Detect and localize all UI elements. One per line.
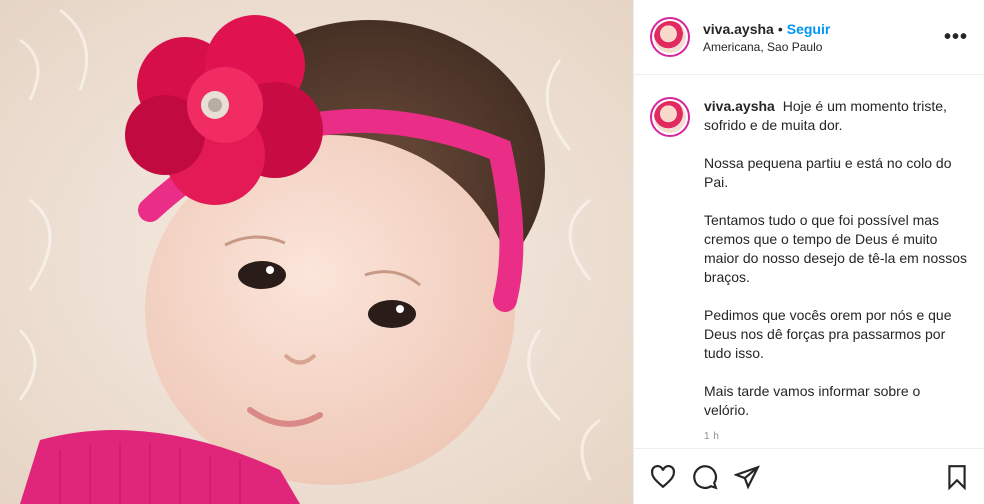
- caption-paragraph: Tentamos tudo o que foi possível mas cre…: [704, 212, 971, 285]
- caption-avatar[interactable]: [650, 97, 690, 137]
- comment-icon[interactable]: [692, 464, 718, 490]
- post-header: viva.aysha • Seguir Americana, Sao Paulo…: [634, 0, 984, 75]
- caption-paragraph: Pedimos que vocês orem por nós e que Deu…: [704, 307, 956, 361]
- username-link[interactable]: viva.aysha: [703, 21, 774, 37]
- instagram-post: viva.aysha • Seguir Americana, Sao Paulo…: [0, 0, 984, 504]
- bookmark-icon[interactable]: [944, 464, 970, 490]
- action-bar: [634, 448, 984, 504]
- caption-username-link[interactable]: viva.aysha: [704, 98, 779, 114]
- caption-paragraph: Mais tarde vamos informar sobre o velóri…: [704, 383, 925, 418]
- separator-dot: •: [777, 20, 783, 37]
- post-sidebar: viva.aysha • Seguir Americana, Sao Paulo…: [633, 0, 984, 504]
- baby-photo-illustration: [0, 0, 633, 504]
- header-text: viva.aysha • Seguir Americana, Sao Paulo: [703, 21, 944, 54]
- caption-area: viva.aysha Hoje é um momento triste, sof…: [634, 75, 984, 448]
- avatar[interactable]: [650, 17, 690, 57]
- location-link[interactable]: Americana, Sao Paulo: [703, 40, 944, 54]
- heart-icon[interactable]: [650, 464, 676, 490]
- post-photo[interactable]: [0, 0, 633, 504]
- caption-paragraph: Nossa pequena partiu e está no colo do P…: [704, 155, 956, 190]
- follow-button[interactable]: Seguir: [787, 21, 831, 37]
- caption-paragraph: viva.aysha Hoje é um momento triste, sof…: [704, 97, 968, 135]
- share-icon[interactable]: [734, 464, 760, 490]
- caption: viva.aysha Hoje é um momento triste, sof…: [704, 97, 968, 448]
- more-options-icon[interactable]: •••: [944, 26, 968, 49]
- header-row: viva.aysha • Seguir: [703, 21, 944, 37]
- timestamp[interactable]: 1 h: [704, 427, 968, 446]
